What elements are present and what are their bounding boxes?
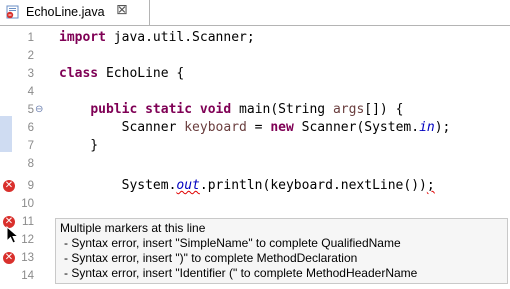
line-number: 14 xyxy=(21,270,34,282)
line-number: 2 xyxy=(27,50,34,62)
editor-tab-bar: EchoLine.java ⊠ xyxy=(0,0,510,26)
line-number: 9 xyxy=(27,180,34,192)
code-line: 1 import java.util.Scanner; xyxy=(0,29,510,47)
mouse-pointer-icon xyxy=(6,226,20,244)
fold-collapse-icon[interactable]: ⊖ xyxy=(35,101,43,119)
tooltip-title: Multiple markers at this line xyxy=(60,221,206,235)
line-number: 1 xyxy=(27,32,34,44)
problem-hover-tooltip: Multiple markers at this line - Syntax e… xyxy=(55,218,508,284)
line-number: 3 xyxy=(27,68,34,80)
code-line: 5 ⊖ public static void main(String args[… xyxy=(0,101,510,119)
code-line: 3 class EchoLine { xyxy=(0,65,510,83)
code-text: Scanner keyboard = new Scanner(System.in… xyxy=(59,120,451,135)
code-line: 6 Scanner keyboard = new Scanner(System.… xyxy=(0,119,510,137)
code-text: public static void main(String args[]) { xyxy=(90,102,404,117)
code-line: 7 } xyxy=(0,137,510,155)
error-marker-icon[interactable]: ✕ xyxy=(3,252,15,264)
code-text: import java.util.Scanner; xyxy=(59,30,255,45)
line-number: 7 xyxy=(27,140,34,152)
close-icon[interactable]: ⊠ xyxy=(116,2,128,18)
line-number: 5 xyxy=(27,104,34,116)
tooltip-item: - Syntax error, insert "SimpleName" to c… xyxy=(64,236,401,250)
tab-label: EchoLine.java xyxy=(26,5,105,19)
code-line: ✕ 9 System.out.println(keyboard.nextLine… xyxy=(0,177,510,195)
line-number: 8 xyxy=(27,158,34,170)
java-file-error-icon xyxy=(6,5,19,19)
code-line: 4 xyxy=(0,83,510,101)
code-line: 8 xyxy=(0,155,510,173)
code-text: } xyxy=(59,138,99,153)
error-marker-icon[interactable]: ✕ xyxy=(3,180,15,192)
line-number: 13 xyxy=(21,252,34,264)
code-line: 2 xyxy=(0,47,510,65)
code-text: class EchoLine { xyxy=(59,66,185,81)
tab-echoline-java[interactable]: EchoLine.java ⊠ xyxy=(0,0,150,25)
code-text: System.out.println(keyboard.nextLine()); xyxy=(59,178,435,193)
line-number: 6 xyxy=(27,122,34,134)
code-line: 10 xyxy=(0,195,510,213)
line-number: 4 xyxy=(27,86,34,98)
tooltip-item: - Syntax error, insert ")" to complete M… xyxy=(64,251,358,265)
line-number: 10 xyxy=(21,198,34,210)
tooltip-item: - Syntax error, insert "Identifier (" to… xyxy=(64,266,418,280)
